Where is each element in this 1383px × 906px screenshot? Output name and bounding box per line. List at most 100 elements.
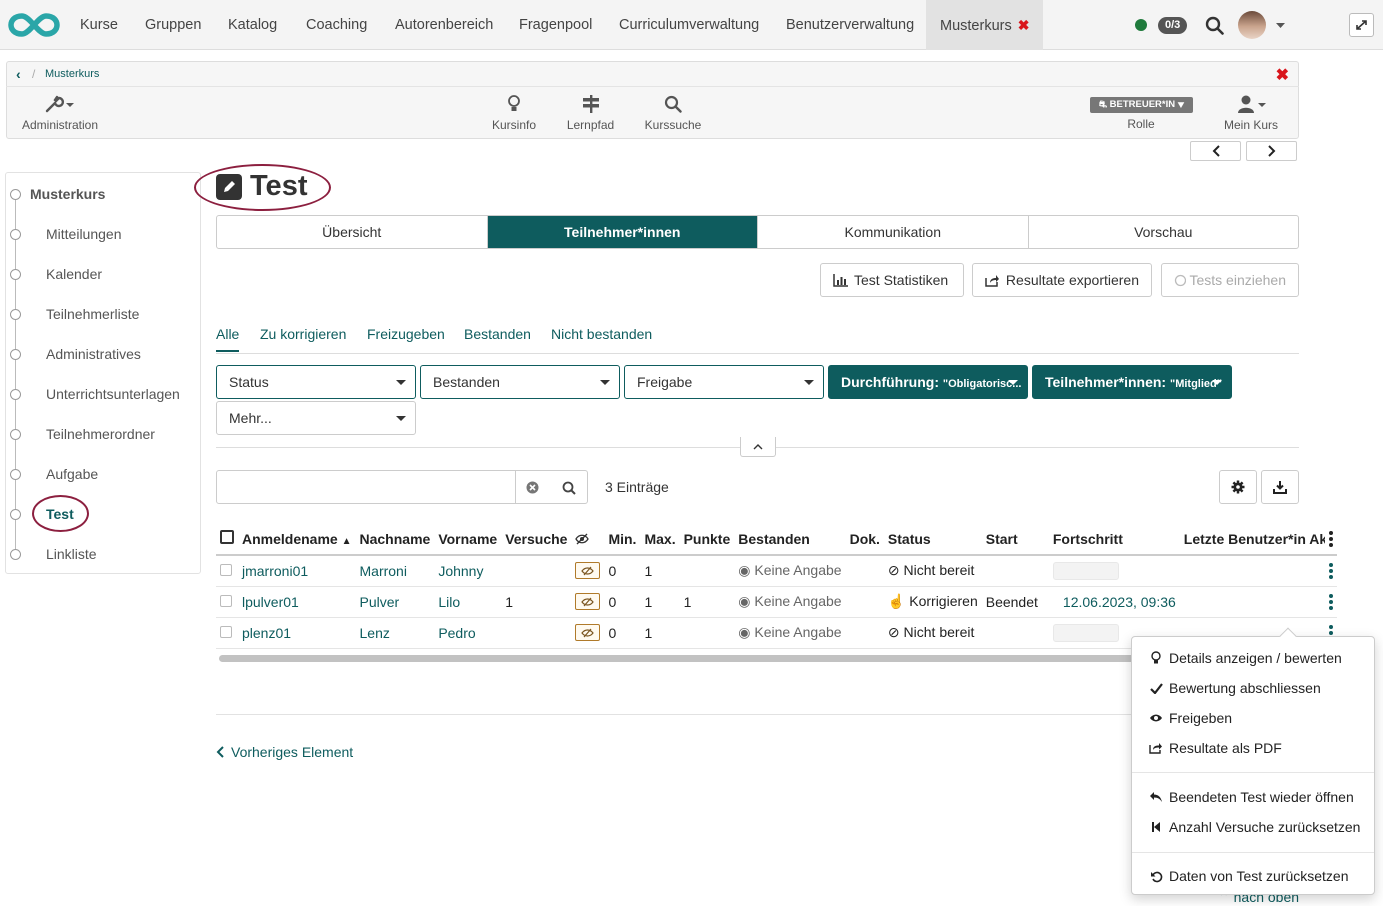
role-switch-button[interactable]: ⛐ BETREUER*IN ▾: [1090, 97, 1193, 113]
select-all-checkbox[interactable]: [220, 530, 234, 544]
more-filters[interactable]: Mehr...: [216, 401, 416, 435]
col-versuche[interactable]: Versuche: [501, 523, 572, 556]
user-avatar[interactable]: [1238, 11, 1266, 39]
nav-autorenbereich[interactable]: Autorenbereich: [395, 0, 493, 50]
nav-benutzerverwaltung[interactable]: Benutzerverwaltung: [786, 0, 914, 50]
status-filter[interactable]: Status: [216, 365, 416, 399]
table-search-input[interactable]: [216, 470, 588, 504]
download-button[interactable]: [1261, 470, 1299, 504]
visibility-toggle-icon[interactable]: [575, 593, 601, 610]
subtab-nicht-bestanden[interactable]: Nicht bestanden: [551, 326, 652, 342]
menu-item-mitteilungen[interactable]: Mitteilungen: [6, 214, 202, 254]
cell-lastname[interactable]: Marroni: [355, 555, 435, 587]
execution-filter[interactable]: Durchführung: "Obligatorisc...: [828, 365, 1028, 399]
cell-firstname[interactable]: Pedro: [434, 617, 502, 649]
row-checkbox[interactable]: [220, 594, 232, 607]
col-bestanden[interactable]: Bestanden: [734, 523, 846, 556]
nav-fragenpool[interactable]: Fragenpool: [519, 0, 592, 50]
cell-login[interactable]: lpulver01: [238, 586, 356, 618]
cell-login[interactable]: plenz01: [238, 617, 356, 649]
search-icon[interactable]: [562, 481, 576, 495]
menu-daten-zuruecksetzen[interactable]: Daten von Test zurücksetzen: [1149, 868, 1349, 884]
nav-katalog[interactable]: Katalog: [228, 0, 277, 50]
passed-filter[interactable]: Bestanden: [420, 365, 620, 399]
cell-firstname[interactable]: Johnny: [434, 555, 502, 587]
tab-uebersicht[interactable]: Übersicht: [217, 216, 487, 248]
cell-login[interactable]: jmarroni01: [238, 555, 356, 587]
col-max[interactable]: Max.: [640, 523, 680, 556]
close-tab-icon[interactable]: ✖: [1018, 17, 1030, 33]
table-settings-button[interactable]: [1219, 470, 1257, 504]
close-course-icon[interactable]: ✖: [1276, 65, 1289, 85]
subtab-zu-korrigieren[interactable]: Zu korrigieren: [260, 326, 346, 342]
cell-lastname[interactable]: Lenz: [355, 617, 435, 649]
subtab-freizugeben[interactable]: Freizugeben: [367, 326, 445, 342]
menu-details-anzeigen[interactable]: Details anzeigen / bewerten: [1149, 650, 1342, 666]
menu-item-unterrichtsunterlagen[interactable]: Unterrichtsunterlagen: [6, 374, 202, 414]
administration-menu[interactable]: Administration: [21, 94, 99, 132]
fullscreen-icon[interactable]: [1349, 13, 1374, 37]
collapse-filters-button[interactable]: [740, 437, 776, 457]
menu-versuche-zuruecksetzen[interactable]: Anzahl Versuche zurücksetzen: [1149, 819, 1360, 835]
search-icon[interactable]: [1205, 16, 1224, 35]
participants-filter[interactable]: Teilnehmer*innen: "Mitglied": [1032, 365, 1232, 399]
next-node-button[interactable]: [1246, 141, 1297, 161]
prev-node-button[interactable]: [1190, 141, 1241, 161]
tab-vorschau[interactable]: Vorschau: [1027, 216, 1299, 248]
menu-item-kalender[interactable]: Kalender: [6, 254, 202, 294]
menu-item-aufgabe[interactable]: Aufgabe: [6, 454, 202, 494]
kursinfo-button[interactable]: Kursinfo: [489, 94, 539, 132]
nav-kurse[interactable]: Kurse: [80, 0, 118, 50]
test-statistics-button[interactable]: Test Statistiken: [820, 263, 964, 297]
row-checkbox[interactable]: [220, 625, 232, 638]
nav-curriculumverwaltung[interactable]: Curriculumverwaltung: [619, 0, 759, 50]
menu-item-musterkurs[interactable]: Musterkurs: [6, 174, 202, 214]
menu-item-linkliste[interactable]: Linkliste: [6, 534, 202, 574]
col-min[interactable]: Min.: [604, 523, 641, 556]
menu-bewertung-abschliessen[interactable]: Bewertung abschliessen: [1149, 680, 1321, 696]
kurssuche-button[interactable]: Kurssuche: [642, 94, 704, 132]
export-results-button[interactable]: Resultate exportieren: [972, 263, 1152, 297]
online-status-icon[interactable]: [1135, 19, 1147, 31]
collect-tests-button[interactable]: Tests einziehen: [1161, 263, 1299, 297]
back-icon[interactable]: ‹: [16, 66, 21, 82]
col-letzte-aktivitaet[interactable]: Letzte Benutzer*in Akt: [1179, 523, 1325, 556]
openolat-logo-icon[interactable]: [8, 11, 60, 39]
menu-test-wieder-oeffnen[interactable]: Beendeten Test wieder öffnen: [1149, 789, 1354, 805]
col-start[interactable]: Start: [981, 523, 1049, 556]
col-visibility[interactable]: [571, 523, 605, 556]
col-punkte[interactable]: Punkte: [679, 523, 735, 556]
col-nachname[interactable]: Nachname: [355, 523, 435, 556]
menu-freigeben[interactable]: Freigeben: [1149, 710, 1232, 726]
menu-item-teilnehmerliste[interactable]: Teilnehmerliste: [6, 294, 202, 334]
more-options-icon[interactable]: [1328, 530, 1333, 547]
cell-firstname[interactable]: Lilo: [434, 586, 502, 618]
clear-search-icon[interactable]: [526, 481, 539, 494]
col-fortschritt[interactable]: Fortschritt: [1048, 523, 1180, 556]
tab-teilnehmer[interactable]: Teilnehmer*innen: [486, 216, 757, 248]
row-checkbox[interactable]: [220, 563, 232, 576]
release-filter[interactable]: Freigabe: [624, 365, 824, 399]
menu-resultate-pdf[interactable]: Resultate als PDF: [1149, 740, 1282, 756]
row-actions-icon[interactable]: [1328, 562, 1333, 579]
visibility-toggle-icon[interactable]: [575, 624, 601, 641]
subtab-alle[interactable]: Alle: [216, 326, 240, 352]
nav-coaching[interactable]: Coaching: [306, 0, 367, 50]
previous-element-link[interactable]: Vorheriges Element: [216, 744, 353, 760]
breadcrumb-course[interactable]: Musterkurs: [45, 68, 99, 80]
mein-kurs-menu[interactable]: Mein Kurs: [1221, 94, 1281, 132]
lernpfad-button[interactable]: Lernpfad: [563, 94, 618, 132]
cell-lastname[interactable]: Pulver: [355, 586, 435, 618]
chevron-down-icon[interactable]: [1276, 23, 1285, 29]
nav-gruppen[interactable]: Gruppen: [145, 0, 201, 50]
row-actions-icon[interactable]: [1328, 593, 1333, 610]
col-dok[interactable]: Dok.: [845, 523, 884, 556]
nav-tab-musterkurs[interactable]: Musterkurs ✖: [926, 0, 1044, 50]
col-anmeldename[interactable]: Anmeldename ▲: [238, 523, 356, 556]
col-status[interactable]: Status: [883, 523, 982, 556]
col-vorname[interactable]: Vorname: [434, 523, 502, 556]
menu-item-teilnehmerordner[interactable]: Teilnehmerordner: [6, 414, 202, 454]
notification-badge[interactable]: 0/3: [1158, 17, 1188, 34]
menu-item-administratives[interactable]: Administratives: [6, 334, 202, 374]
visibility-toggle-icon[interactable]: [575, 562, 601, 580]
